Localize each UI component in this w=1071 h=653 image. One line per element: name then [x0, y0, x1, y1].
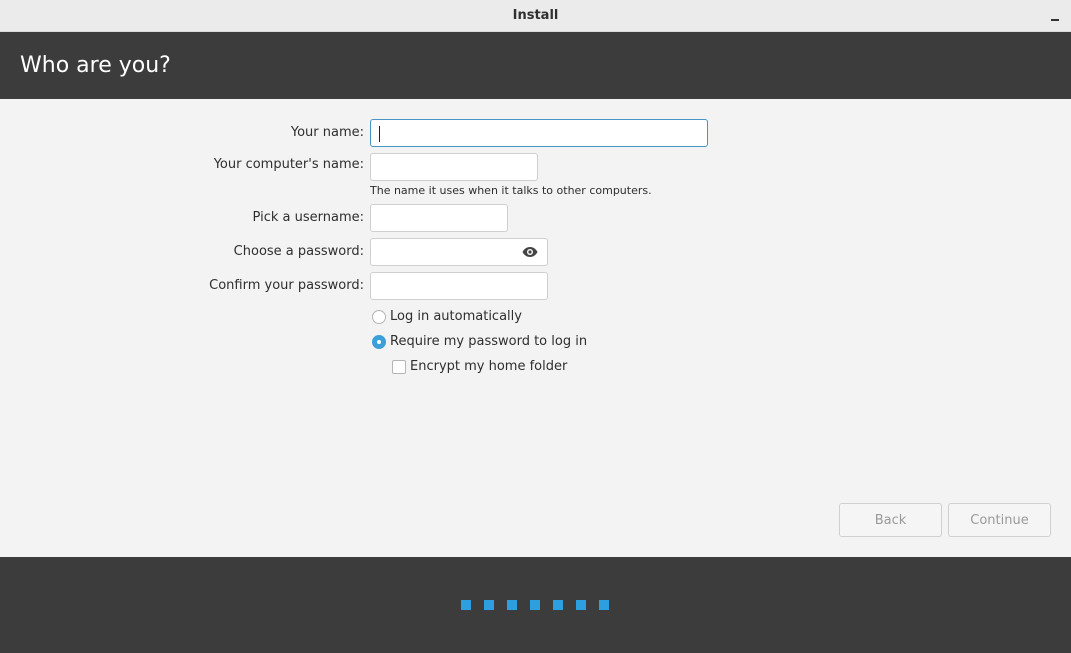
progress-step	[576, 600, 586, 610]
require-password-option[interactable]: Require my password to log in	[372, 334, 587, 349]
main-content: Your name: Your computer's name: The nam…	[0, 99, 1071, 557]
radio-button-selected[interactable]	[372, 334, 386, 349]
progress-indicator	[461, 600, 622, 610]
log-in-automatically-label: Log in automatically	[390, 309, 522, 324]
eye-icon[interactable]	[522, 246, 538, 258]
encrypt-home-option[interactable]: Encrypt my home folder	[392, 359, 567, 374]
confirm-password-label: Confirm your password:	[209, 278, 364, 293]
username-label: Pick a username:	[252, 210, 364, 225]
continue-button[interactable]: Continue	[948, 503, 1051, 537]
username-input[interactable]	[370, 204, 508, 232]
progress-step	[461, 600, 471, 610]
require-password-label: Require my password to log in	[390, 334, 588, 349]
progress-step	[553, 600, 563, 610]
computer-name-hint: The name it uses when it talks to other …	[370, 184, 652, 197]
page-title: Who are you?	[20, 53, 171, 78]
progress-step	[530, 600, 540, 610]
progress-step	[599, 600, 609, 610]
footer	[0, 557, 1071, 653]
your-name-input[interactable]	[370, 119, 708, 147]
your-name-label: Your name:	[290, 125, 364, 140]
progress-step	[507, 600, 517, 610]
back-button[interactable]: Back	[839, 503, 942, 537]
log-in-automatically-option[interactable]: Log in automatically	[372, 309, 522, 324]
minimize-button[interactable]	[1045, 6, 1065, 26]
checkbox[interactable]	[392, 359, 406, 374]
computer-name-label: Your computer's name:	[213, 157, 364, 172]
password-input[interactable]	[370, 238, 548, 266]
text-caret	[379, 126, 380, 142]
encrypt-home-label: Encrypt my home folder	[410, 359, 568, 374]
confirm-password-input[interactable]	[370, 272, 548, 300]
page-header: Who are you?	[0, 32, 1071, 99]
computer-name-input[interactable]	[370, 153, 538, 181]
password-label: Choose a password:	[233, 244, 364, 259]
minimize-icon	[1051, 19, 1059, 21]
window-title: Install	[512, 8, 559, 23]
radio-button[interactable]	[372, 309, 386, 324]
title-bar: Install	[0, 0, 1071, 32]
progress-step	[484, 600, 494, 610]
